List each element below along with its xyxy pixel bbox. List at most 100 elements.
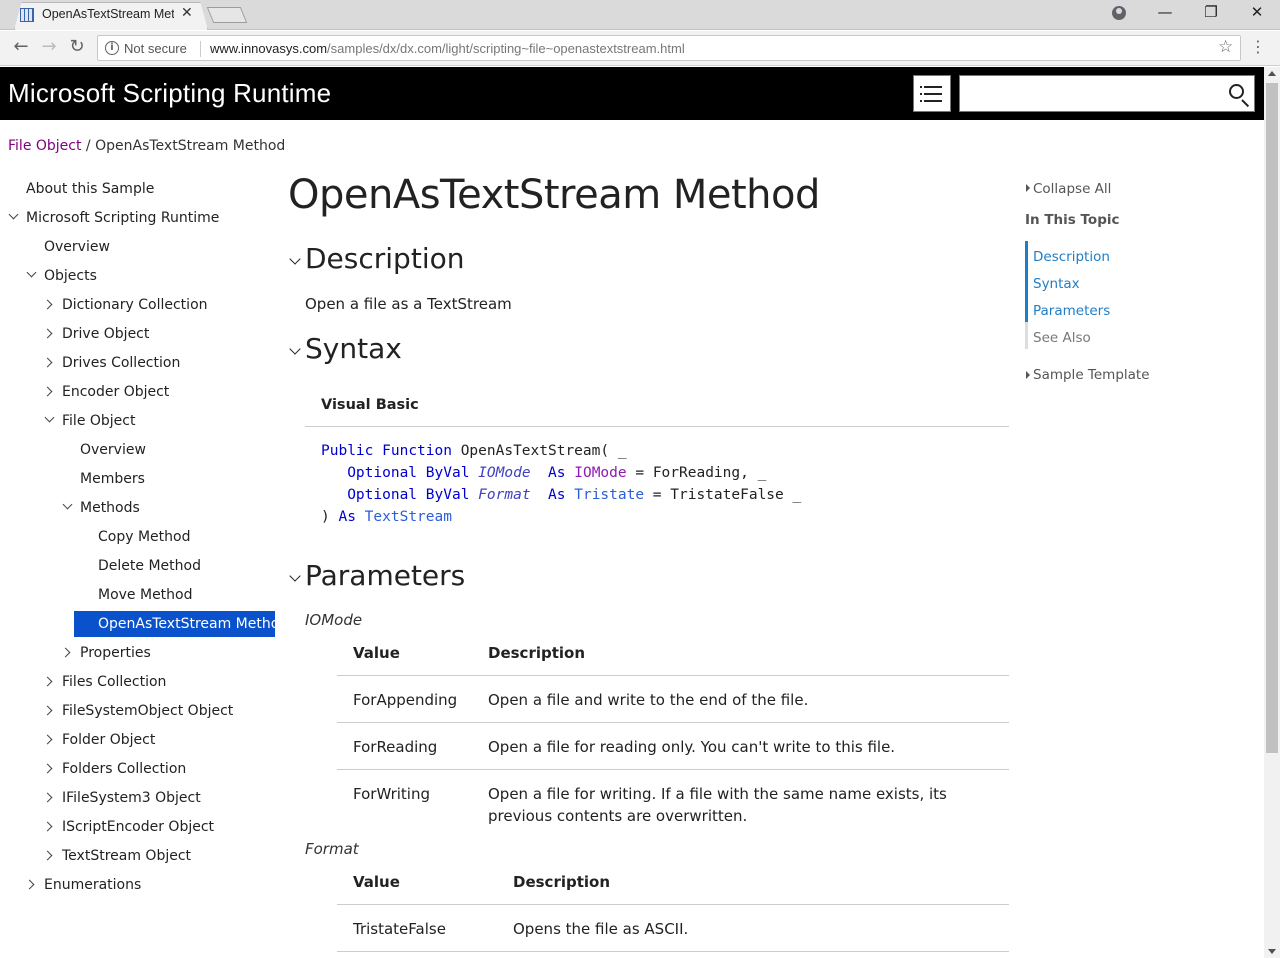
toc-link-see-also[interactable]: See Also	[1033, 330, 1091, 346]
chevron-right-icon[interactable]	[42, 328, 53, 339]
chevron-down-icon[interactable]	[62, 499, 73, 510]
tree-item-delete-method[interactable]: Delete Method	[74, 553, 201, 579]
breadcrumb-link-file-object[interactable]: File Object	[8, 138, 81, 154]
param-name-format: Format	[305, 840, 359, 858]
chevron-right-icon[interactable]	[24, 879, 35, 890]
chevron-right-icon[interactable]	[42, 734, 53, 745]
row-divider	[337, 904, 1009, 905]
tree-item-files-collection[interactable]: Files Collection	[38, 669, 166, 695]
site-title[interactable]: Microsoft Scripting Runtime	[8, 78, 331, 109]
expand-triangle-icon[interactable]	[1026, 371, 1030, 379]
table-cell-value: ForAppending	[353, 691, 458, 709]
tree-item-about-this-sample[interactable]: About this Sample	[2, 176, 154, 202]
tree-item-label: Dictionary Collection	[62, 297, 208, 313]
search-input[interactable]	[959, 75, 1255, 112]
url-path: /samples/dx/dx.com/light/scripting~file~…	[327, 41, 685, 56]
tree-item-label: OpenAsTextStream Method	[98, 616, 289, 632]
tree-item-drive-object[interactable]: Drive Object	[38, 321, 149, 347]
collapse-chevron-icon[interactable]	[289, 343, 301, 355]
tree-item-folders-collection[interactable]: Folders Collection	[38, 756, 186, 782]
code-token: Optional	[347, 465, 418, 481]
tree-item-label: FileSystemObject Object	[62, 703, 234, 719]
tree-item-properties[interactable]: Properties	[56, 640, 151, 666]
tree-item-copy-method[interactable]: Copy Method	[74, 524, 190, 550]
scroll-down-arrow-icon[interactable]	[1268, 949, 1276, 954]
chevron-right-icon[interactable]	[42, 676, 53, 687]
chevron-right-icon[interactable]	[42, 850, 53, 861]
tree-item-methods[interactable]: Methods	[56, 495, 140, 521]
address-bar[interactable]: i Not secure www.innovasys.com/samples/d…	[97, 35, 1241, 61]
table-cell-description: Open a file and write to the end of the …	[488, 691, 809, 709]
row-divider	[337, 722, 1009, 723]
tree-item-label: Move Method	[98, 587, 193, 603]
search-icon[interactable]	[1229, 84, 1244, 99]
scroll-thumb[interactable]	[1266, 83, 1278, 753]
chevron-right-icon[interactable]	[42, 821, 53, 832]
tree-item-textstream-object[interactable]: TextStream Object	[38, 843, 191, 869]
tree-item-drives-collection[interactable]: Drives Collection	[38, 350, 180, 376]
chevron-right-icon[interactable]	[42, 357, 53, 368]
chevron-down-icon[interactable]	[8, 209, 19, 220]
tree-item-label: Folder Object	[62, 732, 156, 748]
tree-item-file-object[interactable]: File Object	[38, 408, 135, 434]
tree-item-overview[interactable]: Overview	[20, 234, 110, 260]
code-divider	[305, 426, 1009, 427]
section-heading-syntax[interactable]: Syntax	[305, 332, 402, 365]
tree-item-encoder-object[interactable]: Encoder Object	[38, 379, 169, 405]
sample-template-link[interactable]: Sample Template	[1033, 367, 1150, 383]
code-type-link[interactable]: IOMode	[574, 465, 626, 481]
toc-link-parameters[interactable]: Parameters	[1033, 303, 1110, 319]
tree-item-members[interactable]: Members	[56, 466, 145, 492]
tree-item-openastextstream-method[interactable]: OpenAsTextStream Method	[74, 611, 288, 637]
profile-icon[interactable]	[1112, 6, 1126, 20]
code-token: Function	[382, 443, 452, 459]
collapse-chevron-icon[interactable]	[289, 253, 301, 265]
tree-item-folder-object[interactable]: Folder Object	[38, 727, 155, 753]
security-label[interactable]: Not secure	[124, 41, 187, 56]
bookmark-star-icon[interactable]: ☆	[1218, 37, 1233, 57]
browser-tab-title[interactable]: OpenAsTextStream Meth	[42, 7, 174, 21]
toc-link-syntax[interactable]: Syntax	[1033, 276, 1080, 292]
chevron-right-icon[interactable]	[42, 792, 53, 803]
tree-item-ifilesystem3-object[interactable]: IFileSystem3 Object	[38, 785, 201, 811]
new-tab-button[interactable]	[206, 7, 248, 23]
code-type-link[interactable]: Tristate	[574, 487, 644, 503]
toc-active-bar	[1025, 295, 1028, 322]
tree-item-move-method[interactable]: Move Method	[74, 582, 193, 608]
chevron-right-icon[interactable]	[42, 763, 53, 774]
reload-button[interactable]: ↻	[66, 36, 88, 57]
info-icon[interactable]: i	[105, 41, 119, 55]
chevron-right-icon[interactable]	[42, 386, 53, 397]
toc-link-description[interactable]: Description	[1033, 249, 1110, 265]
chevron-down-icon[interactable]	[44, 412, 55, 423]
url-text[interactable]: www.innovasys.com/samples/dx/dx.com/ligh…	[210, 41, 685, 56]
tree-item-file-overview[interactable]: Overview	[56, 437, 146, 463]
tree-item-iscriptencoder-object[interactable]: IScriptEncoder Object	[38, 814, 214, 840]
page-scrollbar[interactable]	[1264, 67, 1280, 958]
restore-button[interactable]: ❐	[1196, 3, 1226, 21]
tree-item-filesystemobject-object[interactable]: FileSystemObject Object	[38, 698, 233, 724]
tree-item-enumerations[interactable]: Enumerations	[20, 872, 141, 898]
collapse-triangle-icon[interactable]	[1026, 184, 1030, 192]
chevron-down-icon[interactable]	[26, 267, 37, 278]
code-type-link[interactable]: TextStream	[365, 509, 452, 525]
table-cell-description: Open a file for writing. If a file with …	[488, 785, 947, 825]
forward-button[interactable]: →	[38, 36, 60, 57]
section-heading-parameters[interactable]: Parameters	[305, 559, 465, 592]
tree-item-objects[interactable]: Objects	[20, 263, 97, 289]
tree-item-dictionary-collection[interactable]: Dictionary Collection	[38, 292, 208, 318]
tab-close-icon[interactable]: ✕	[181, 5, 193, 21]
chevron-right-icon[interactable]	[42, 705, 53, 716]
chevron-right-icon[interactable]	[60, 647, 71, 658]
window-close-button[interactable]: ✕	[1242, 3, 1272, 21]
section-heading-description[interactable]: Description	[305, 242, 464, 275]
scroll-up-arrow-icon[interactable]	[1268, 71, 1276, 76]
back-button[interactable]: ←	[10, 36, 32, 57]
collapse-all-link[interactable]: Collapse All	[1033, 181, 1111, 197]
browser-menu-icon[interactable]: ⋮	[1250, 37, 1266, 56]
menu-list-button[interactable]	[913, 75, 951, 112]
minimize-button[interactable]: —	[1150, 3, 1180, 21]
tree-item-microsoft-scripting-runtime[interactable]: Microsoft Scripting Runtime	[2, 205, 219, 231]
collapse-chevron-icon[interactable]	[289, 570, 301, 582]
chevron-right-icon[interactable]	[42, 299, 53, 310]
